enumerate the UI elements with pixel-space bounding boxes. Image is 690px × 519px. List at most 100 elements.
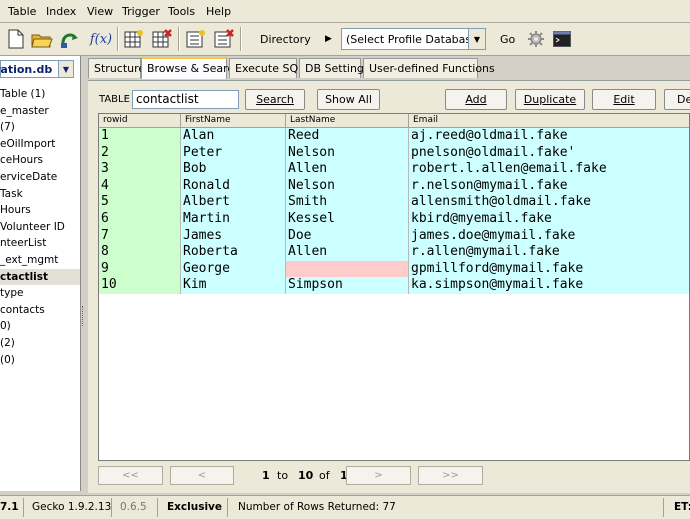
cell-rowid[interactable]: 2 <box>99 144 181 162</box>
table-row[interactable]: 2 Peter Nelson pnelson@oldmail.fake' <box>99 144 689 162</box>
cell-lastname[interactable] <box>286 260 409 278</box>
cell-rowid[interactable]: 9 <box>99 260 181 278</box>
open-database-icon[interactable] <box>30 27 54 51</box>
tree-item[interactable]: ceHours <box>0 152 80 169</box>
search-button[interactable]: Search <box>245 89 305 110</box>
cell-email[interactable]: pnelson@oldmail.fake' <box>409 144 689 162</box>
cell-email[interactable]: james.doe@mymail.fake <box>409 227 689 245</box>
duplicate-button[interactable]: Duplicate <box>515 89 585 110</box>
cell-email[interactable]: aj.reed@oldmail.fake <box>409 128 689 145</box>
column-header-email[interactable]: Email <box>409 114 689 127</box>
menu-trigger[interactable]: Trigger <box>122 5 160 18</box>
delete-button[interactable]: De <box>664 89 690 110</box>
tree-item[interactable]: _ext_mgmt <box>0 252 80 269</box>
connect-icon[interactable] <box>58 27 82 51</box>
cell-lastname[interactable]: Allen <box>286 244 409 261</box>
column-header-lastname[interactable]: LastName <box>286 114 409 127</box>
tree-item[interactable]: (0) <box>0 352 80 369</box>
cell-email[interactable]: r.allen@mymail.fake <box>409 244 689 261</box>
cell-email[interactable]: gpmillford@mymail.fake <box>409 260 689 278</box>
menu-help[interactable]: Help <box>206 5 231 18</box>
tree-item[interactable]: nteerList <box>0 235 80 252</box>
tab-user-defined-functions[interactable]: User-defined Functions <box>363 58 495 78</box>
tab-structure[interactable]: Structure <box>88 58 145 78</box>
profile-database-select[interactable]: (Select Profile Database) ▼ <box>341 28 486 50</box>
show-all-button[interactable]: Show All <box>317 89 380 110</box>
table-name-field[interactable]: contactlist <box>132 90 239 109</box>
cell-rowid[interactable]: 5 <box>99 194 181 211</box>
menu-table[interactable]: Table <box>8 5 36 18</box>
cell-lastname[interactable]: Simpson <box>286 277 409 294</box>
cell-email[interactable]: ka.simpson@mymail.fake <box>409 277 689 294</box>
first-page-button[interactable]: << <box>98 466 163 485</box>
create-table-icon[interactable] <box>122 27 146 51</box>
table-row[interactable]: 8 Roberta Allen r.allen@mymail.fake <box>99 244 689 261</box>
tree-item[interactable]: erviceDate <box>0 169 80 186</box>
functions-button[interactable]: f(x) <box>88 27 114 51</box>
menu-index[interactable]: Index <box>46 5 76 18</box>
menu-view[interactable]: View <box>87 5 113 18</box>
table-row[interactable]: 4 Ronald Nelson r.nelson@mymail.fake <box>99 177 689 195</box>
cell-firstname[interactable]: Alan <box>181 128 286 145</box>
go-button[interactable]: Go <box>500 33 515 46</box>
cell-firstname[interactable]: James <box>181 227 286 245</box>
cell-rowid[interactable]: 1 <box>99 128 181 145</box>
cell-email[interactable]: kbird@myemail.fake <box>409 211 689 228</box>
table-row[interactable]: 10 Kim Simpson ka.simpson@mymail.fake <box>99 277 689 294</box>
cell-firstname[interactable]: Peter <box>181 144 286 162</box>
cell-rowid[interactable]: 7 <box>99 227 181 245</box>
cell-lastname[interactable]: Nelson <box>286 144 409 162</box>
cell-lastname[interactable]: Kessel <box>286 211 409 228</box>
cell-email[interactable]: robert.l.allen@email.fake <box>409 161 689 178</box>
tree-item[interactable]: Volunteer ID <box>0 219 80 236</box>
tree-item[interactable]: e_master <box>0 103 80 120</box>
table-row[interactable]: 5 Albert Smith allensmith@oldmail.fake <box>99 194 689 211</box>
cell-email[interactable]: allensmith@oldmail.fake <box>409 194 689 211</box>
add-button[interactable]: Add <box>445 89 507 110</box>
tree-item[interactable]: Hours <box>0 202 80 219</box>
create-index-icon[interactable] <box>184 27 208 51</box>
cell-firstname[interactable]: Ronald <box>181 177 286 195</box>
tree-item[interactable]: (7) <box>0 119 80 136</box>
directory-arrow-icon[interactable]: ▶ <box>325 34 332 44</box>
tree-item[interactable]: eOilImport <box>0 136 80 153</box>
table-row[interactable]: 7 James Doe james.doe@mymail.fake <box>99 227 689 245</box>
console-icon[interactable] <box>550 27 574 51</box>
cell-rowid[interactable]: 10 <box>99 277 181 294</box>
cell-rowid[interactable]: 8 <box>99 244 181 261</box>
cell-firstname[interactable]: Martin <box>181 211 286 228</box>
table-row[interactable]: 6 Martin Kessel kbird@myemail.fake <box>99 211 689 228</box>
drop-table-icon[interactable] <box>150 27 174 51</box>
tree-item[interactable]: (2) <box>0 335 80 352</box>
gear-icon[interactable] <box>524 27 548 51</box>
next-page-button[interactable]: > <box>346 466 411 485</box>
tree-item[interactable]: Task <box>0 186 80 203</box>
last-page-button[interactable]: >> <box>418 466 483 485</box>
previous-page-button[interactable]: < <box>170 466 234 485</box>
database-select[interactable]: ration.db ▼ <box>0 60 74 78</box>
directory-label[interactable]: Directory <box>260 33 311 46</box>
table-row[interactable]: 1 Alan Reed aj.reed@oldmail.fake <box>99 128 689 145</box>
tab-browse-search[interactable]: Browse & Search <box>141 57 240 79</box>
panel-splitter[interactable] <box>81 56 86 491</box>
cell-firstname[interactable]: Bob <box>181 161 286 178</box>
cell-firstname[interactable]: George <box>181 260 286 278</box>
cell-firstname[interactable]: Albert <box>181 194 286 211</box>
edit-button[interactable]: Edit <box>592 89 656 110</box>
tree-item[interactable]: Table (1) <box>0 86 80 103</box>
table-row[interactable]: 9 George gpmillford@mymail.fake <box>99 260 689 278</box>
splitter-grip-icon[interactable] <box>82 306 86 326</box>
cell-rowid[interactable]: 6 <box>99 211 181 228</box>
cell-rowid[interactable]: 4 <box>99 177 181 195</box>
column-header-rowid[interactable]: rowid <box>99 114 181 127</box>
chevron-down-icon[interactable]: ▼ <box>58 61 73 77</box>
column-header-firstname[interactable]: FirstName <box>181 114 286 127</box>
tree-item[interactable]: contacts <box>0 302 80 319</box>
drop-index-icon[interactable] <box>212 27 236 51</box>
tree-item[interactable]: ctactlist <box>0 268 80 286</box>
cell-lastname[interactable]: Doe <box>286 227 409 245</box>
cell-firstname[interactable]: Kim <box>181 277 286 294</box>
menu-tools[interactable]: Tools <box>168 5 195 18</box>
tab-db-settings[interactable]: DB Settings <box>299 58 370 78</box>
new-database-icon[interactable] <box>4 27 28 51</box>
